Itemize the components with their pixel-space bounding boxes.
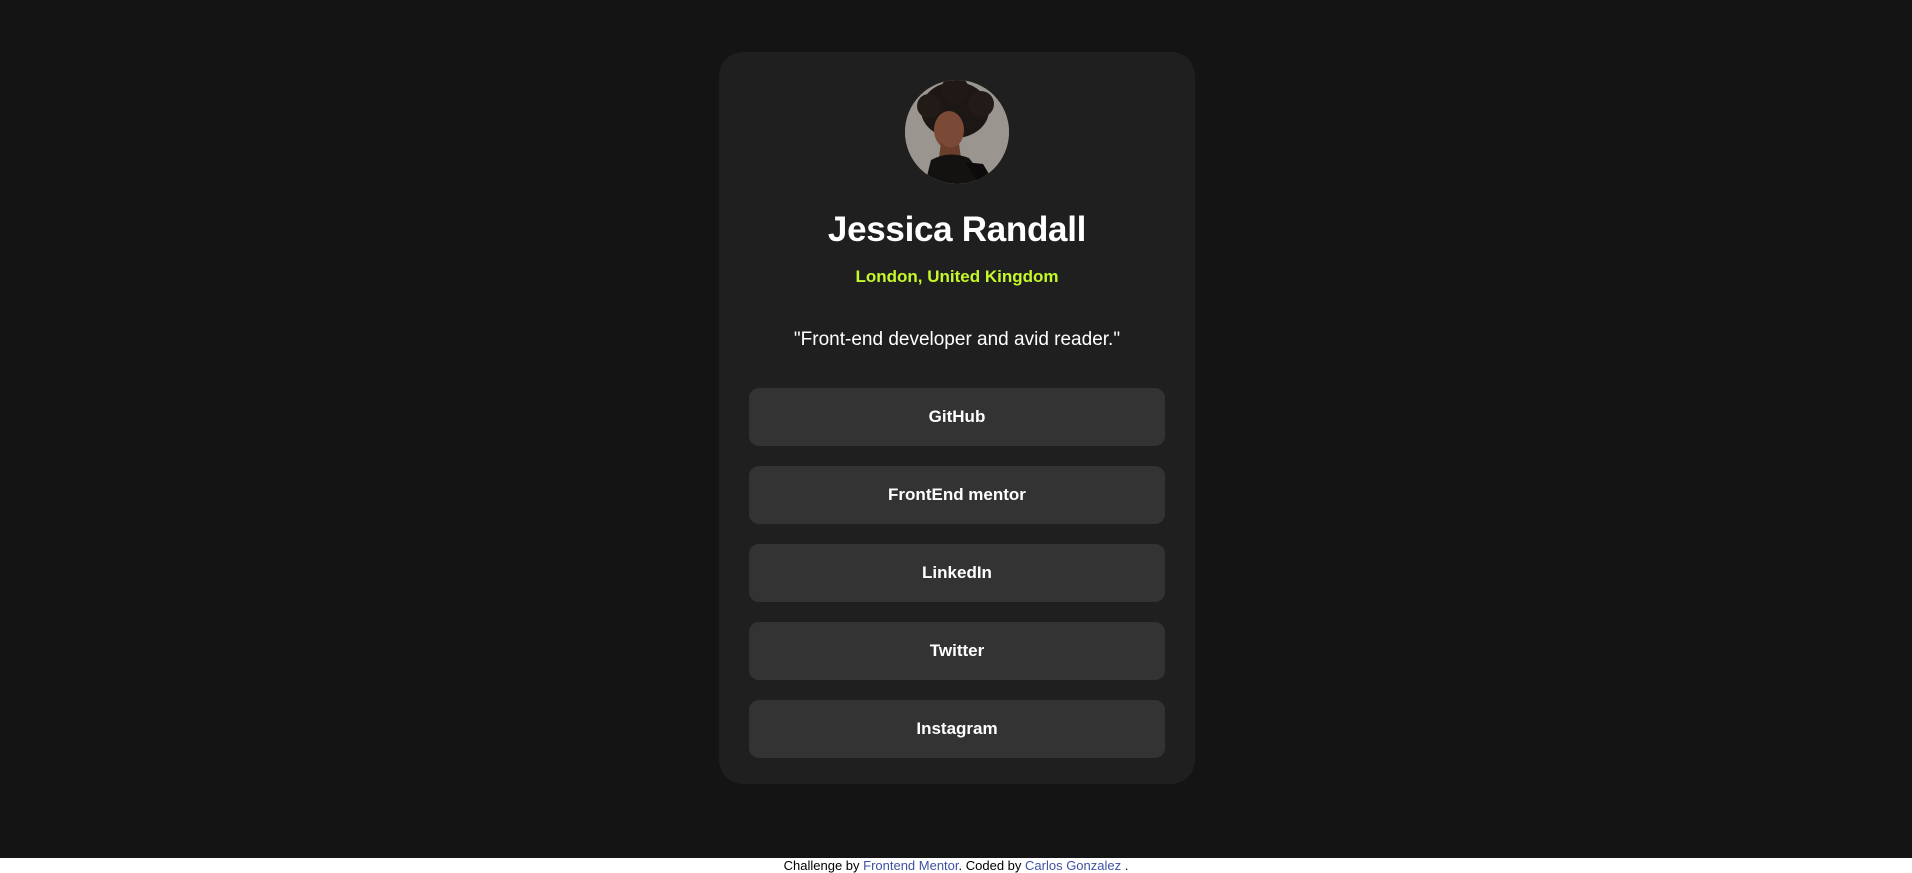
profile-name: Jessica Randall bbox=[827, 210, 1087, 249]
instagram-link-button[interactable]: Instagram bbox=[749, 700, 1165, 758]
attribution-middle: . Coded by bbox=[958, 858, 1026, 873]
social-links: GitHub FrontEnd mentor LinkedIn Twitter … bbox=[719, 388, 1195, 758]
attribution-suffix: . bbox=[1121, 858, 1129, 873]
avatar-photo bbox=[905, 80, 1009, 184]
linkedin-link-button[interactable]: LinkedIn bbox=[749, 544, 1165, 602]
page-background: Jessica Randall London, United Kingdom "… bbox=[0, 0, 1912, 858]
github-link-button[interactable]: GitHub bbox=[749, 388, 1165, 446]
profile-card: Jessica Randall London, United Kingdom "… bbox=[719, 52, 1195, 784]
author-link[interactable]: Carlos Gonzalez bbox=[1025, 858, 1121, 873]
attribution: Challenge by Frontend Mentor. Coded by C… bbox=[0, 858, 1912, 873]
frontend-mentor-attribution-link[interactable]: Frontend Mentor bbox=[863, 858, 958, 873]
profile-bio: "Front-end developer and avid reader." bbox=[793, 329, 1121, 350]
frontend-mentor-link-button[interactable]: FrontEnd mentor bbox=[749, 466, 1165, 524]
attribution-prefix: Challenge by bbox=[783, 858, 864, 873]
avatar bbox=[905, 80, 1009, 184]
profile-location: London, United Kingdom bbox=[855, 267, 1059, 286]
twitter-link-button[interactable]: Twitter bbox=[749, 622, 1165, 680]
